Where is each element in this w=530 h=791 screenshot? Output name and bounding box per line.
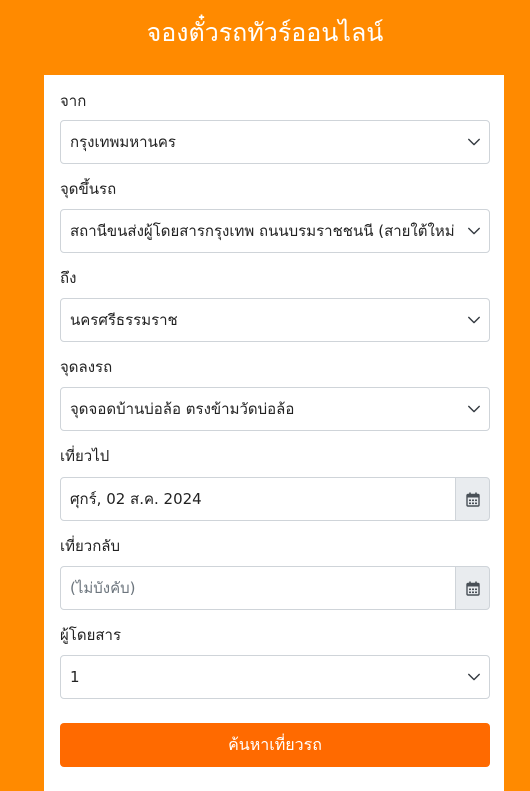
dropoff-point-select[interactable]: จุดจอดบ้านบ่อล้อ ตรงข้ามวัดบ่อล้อ [60, 387, 490, 431]
boarding-label: จุดขึ้นรถ [60, 180, 117, 198]
from-select[interactable]: กรุงเทพมหานคร [60, 120, 490, 164]
to-select[interactable]: นครศรีธรรมราช [60, 298, 490, 342]
return-date-label: เที่ยวกลับ [60, 537, 121, 555]
passengers-select[interactable]: 1 [60, 655, 490, 699]
chevron-down-icon [468, 405, 480, 413]
from-label: จาก [60, 92, 87, 110]
from-select-value: กรุงเทพมหานคร [70, 133, 176, 151]
dropoff-point-value: จุดจอดบ้านบ่อล้อ ตรงข้ามวัดบ่อล้อ [70, 400, 295, 418]
return-date-group [60, 566, 490, 610]
chevron-down-icon [468, 316, 480, 324]
booking-form-card: จาก กรุงเทพมหานคร จุดขึ้นรถ สถานีขนส่งผู… [44, 75, 504, 791]
return-calendar-button[interactable] [455, 566, 490, 610]
depart-date-label: เที่ยวไป [60, 447, 110, 465]
passengers-label: ผู้โดยสาร [60, 626, 122, 644]
search-trips-button[interactable]: ค้นหาเที่ยวรถ [60, 723, 490, 767]
depart-date-group [60, 477, 490, 521]
boarding-point-select[interactable]: สถานีขนส่งผู้โดยสารกรุงเทพ ถนนบรมราชชนนี… [60, 209, 490, 253]
calendar-icon [466, 581, 480, 596]
depart-calendar-button[interactable] [455, 477, 490, 521]
return-date-input[interactable] [60, 566, 456, 610]
to-label: ถึง [60, 269, 77, 287]
dropoff-label: จุดลงรถ [60, 358, 113, 376]
page-title: จองตั๋วรถทัวร์ออนไลน์ [146, 18, 384, 47]
chevron-down-icon [468, 138, 480, 146]
chevron-down-icon [468, 227, 480, 235]
to-select-value: นครศรีธรรมราช [70, 311, 178, 329]
chevron-down-icon [468, 673, 480, 681]
calendar-icon [466, 492, 480, 507]
depart-date-input[interactable] [60, 477, 456, 521]
boarding-point-value: สถานีขนส่งผู้โดยสารกรุงเทพ ถนนบรมราชชนนี… [70, 222, 455, 240]
passengers-select-value: 1 [70, 668, 80, 686]
